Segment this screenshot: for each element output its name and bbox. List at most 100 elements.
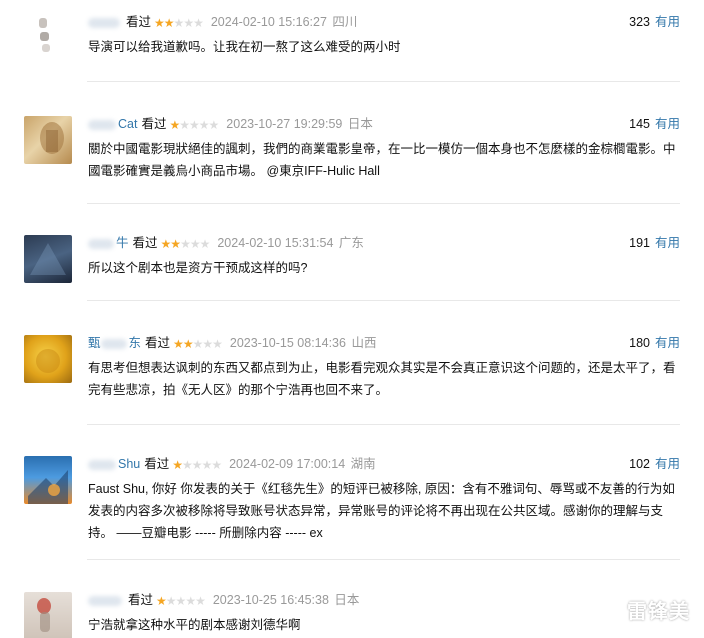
star-empty-icon: ★ [195,594,206,608]
username-prefix[interactable]: 甄 [88,336,101,350]
useful-button[interactable]: 有用 [655,117,680,131]
comment-text: 所以这个剧本也是资方干预成这样的吗? [88,261,308,275]
comment-time: 2024-02-09 17:00:14 [229,457,346,471]
rating-stars: ★★★★★ [154,15,204,31]
divider [87,424,680,425]
star-empty-icon: ★ [208,118,220,132]
star-empty-icon: ★ [189,118,200,132]
avatar[interactable] [24,116,72,164]
vote-count: 191 [629,236,650,250]
star-filled-icon: ★ [169,118,180,132]
star-empty-icon: ★ [179,118,190,132]
divider [87,300,680,301]
useful-votes: 145 有用 [629,116,680,132]
useful-button[interactable]: 有用 [655,336,680,350]
comment-meta: Cat 看过 ★★★★★ 2023-10-27 19:29:59 日本 [88,116,373,132]
star-filled-icon: ★ [156,594,167,608]
rating-stars: ★★★★★ [173,336,223,352]
username-redacted [88,595,122,606]
star-filled-icon: ★ [163,16,175,30]
status-label: 看过 [144,457,170,471]
star-filled-icon: ★ [173,337,184,351]
rating-stars: ★★★★★ [172,457,222,473]
avatar[interactable] [24,592,72,638]
useful-button[interactable]: 有用 [655,236,680,250]
avatar[interactable] [24,335,72,383]
star-empty-icon: ★ [185,594,196,608]
vote-count: 145 [629,117,650,131]
star-filled-icon: ★ [154,16,165,30]
star-empty-icon: ★ [202,337,213,351]
comment-location: 山西 [351,336,377,350]
star-empty-icon: ★ [180,237,191,251]
divider [87,559,680,560]
comment-time: 2023-10-15 08:14:36 [229,336,346,350]
username-link[interactable]: 牛 [116,236,129,250]
status-label: 看过 [128,593,154,607]
star-empty-icon: ★ [173,16,185,30]
comment-meta: 牛看过 ★★★★★ 2024-02-10 15:31:54 广东 [88,235,364,251]
username-link[interactable]: 东 [129,336,142,350]
comment-list: 看过 ★★★★★ 2024-02-10 15:16:27 四川 323 有用 导演可以… [0,0,704,638]
rating-stars: ★★★★★ [160,236,211,252]
username-redacted [88,17,120,28]
star-empty-icon: ★ [165,594,177,608]
status-label: 看过 [145,336,171,350]
comment-time: 2023-10-25 16:45:38 [212,593,329,607]
comment-time: 2023-10-27 19:29:59 [226,117,343,131]
star-filled-icon: ★ [172,458,183,472]
comment-text: 宁浩就拿这种水平的剧本感谢刘德华啊 [88,618,301,632]
useful-button[interactable]: 有用 [655,15,680,29]
comment-time: 2024-02-10 15:31:54 [217,236,334,250]
comment-time: 2024-02-10 15:16:27 [210,15,327,29]
username-link[interactable]: Cat [118,117,137,131]
rating-stars: ★★★★★ [169,117,220,133]
rating-stars: ★★★★★ [156,593,206,609]
star-filled-icon: ★ [170,237,181,251]
username-redacted [88,119,116,130]
comment-meta: 甄东看过 ★★★★★ 2023-10-15 08:14:36 山西 [88,335,376,351]
useful-votes: 323 有用 [629,14,680,30]
star-empty-icon: ★ [193,16,204,30]
username-redacted [88,459,116,470]
comment-meta: Shu 看过 ★★★★★ 2024-02-09 17:00:14 湖南 [88,456,376,472]
star-empty-icon: ★ [201,458,213,472]
avatar[interactable] [24,235,72,283]
comment-meta: 看过 ★★★★★ 2024-02-10 15:16:27 四川 [88,14,357,30]
star-empty-icon: ★ [189,237,201,251]
comment-location: 日本 [334,593,360,607]
star-empty-icon: ★ [175,594,187,608]
divider [87,203,680,204]
useful-votes: 191 有用 [629,235,680,251]
star-empty-icon: ★ [183,16,194,30]
comment-text: Faust Shu, 你好 你发表的关于《红毯先生》的短评已被移除, 原因：含有… [88,482,675,540]
comment-text: 导演可以给我道歉吗。让我在初一熬了这么难受的两小时 [88,40,401,54]
comment-location: 日本 [347,117,373,131]
comment-text: 有思考但想表达讽刺的东西又都点到为止，电影看完观众其实是不会真正意识这个问题的，… [88,361,676,397]
username-redacted [100,338,127,349]
star-empty-icon: ★ [191,458,203,472]
comment-text: 關於中國電影現狀絕佳的諷刺，我們的商業電影皇帝，在一比一模仿一個本身也不怎麼樣的… [88,142,676,178]
vote-count: 102 [629,457,650,471]
username-link[interactable]: Shu [118,457,140,471]
useful-button[interactable]: 有用 [655,457,680,471]
watermark-logo: 雷锋美 [627,601,690,623]
avatar[interactable] [24,14,72,62]
star-empty-icon: ★ [192,337,204,351]
comment-location: 湖南 [350,457,376,471]
star-filled-icon: ★ [160,237,172,251]
avatar[interactable] [24,456,72,504]
star-empty-icon: ★ [198,118,210,132]
divider [87,81,680,82]
vote-count: 180 [629,336,650,350]
status-label: 看过 [132,236,158,250]
star-empty-icon: ★ [212,337,223,351]
star-empty-icon: ★ [182,458,193,472]
vote-count: 323 [629,15,650,29]
comment-location: 广东 [338,236,364,250]
star-filled-icon: ★ [182,337,194,351]
status-label: 看过 [126,15,152,29]
useful-votes: 102 有用 [629,456,680,472]
comment-meta: 看过 ★★★★★ 2023-10-25 16:45:38 日本 [88,592,359,608]
username-redacted [88,238,114,249]
